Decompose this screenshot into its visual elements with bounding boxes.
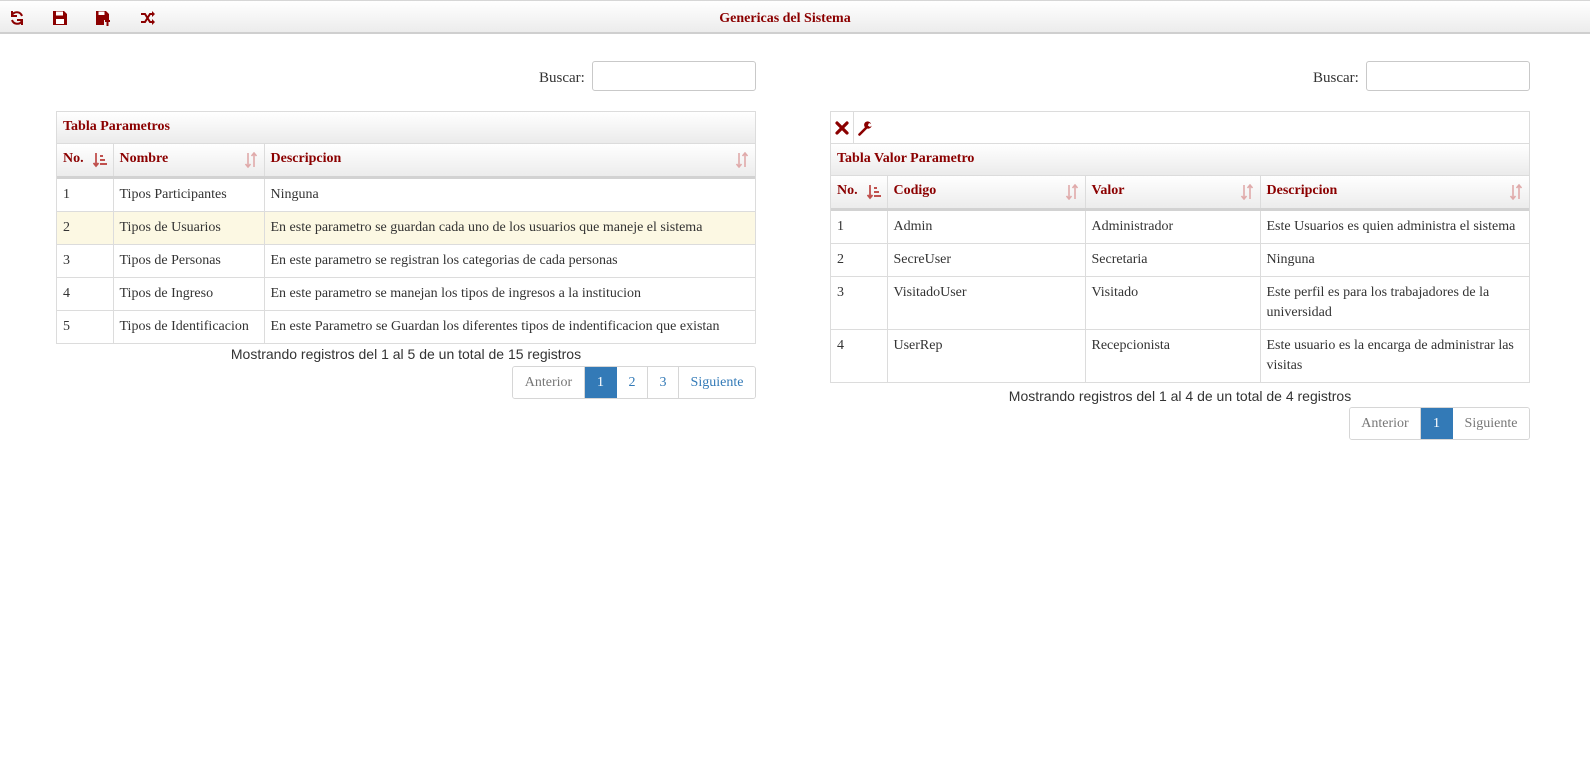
table-row[interactable]: 3 VisitadoUser Visitado Este perfil es p… <box>831 276 1529 330</box>
pagination-prev[interactable]: Anterior <box>513 367 585 398</box>
valor-parametro-table: No. Codigo Valor Descripcion 1 Admin Adm… <box>831 176 1529 382</box>
column-header-label: Valor <box>1091 183 1125 198</box>
column-header-label: Codigo <box>893 183 937 198</box>
table-row[interactable]: 1 Admin Administrador Este Usuarios es q… <box>831 209 1529 244</box>
column-header-descripcion[interactable]: Descripcion <box>264 144 755 179</box>
cell-descripcion: En este Parametro se Guardan los diferen… <box>270 318 720 334</box>
cell-no: 4 <box>57 277 114 311</box>
parametros-table-caption: Tabla Parametros <box>57 112 755 144</box>
parametros-table: No. Nombre Descripcion 1 Tipos Participa… <box>57 144 755 343</box>
cell-no: 1 <box>57 177 114 212</box>
table-row[interactable]: 4 UserRep Recepcionista Este usuario es … <box>831 329 1529 382</box>
column-header-descripcion[interactable]: Descripcion <box>1260 176 1529 211</box>
pagination-next[interactable]: Siguiente <box>679 367 755 398</box>
left-pagination: Anterior 1 2 3 Siguiente <box>512 366 756 399</box>
column-header-nombre[interactable]: Nombre <box>113 144 265 179</box>
sort-both-icon <box>1509 184 1523 200</box>
cell-codigo: Admin <box>887 209 1086 244</box>
cell-nombre: Tipos de Ingreso <box>113 277 265 311</box>
column-header-label: Nombre <box>119 151 169 166</box>
table-header-row: No. Codigo Valor Descripcion <box>831 176 1529 211</box>
cell-valor: Recepcionista <box>1085 329 1261 382</box>
cell-descripcion: Este perfil es para los trabajadores de … <box>1260 276 1529 330</box>
table-row[interactable]: 2 SecreUser Secretaria Ninguna <box>831 243 1529 277</box>
cell-codigo: VisitadoUser <box>887 276 1086 330</box>
cell-no: 5 <box>57 310 114 343</box>
column-header-label: No. <box>837 183 858 198</box>
table-row[interactable]: 4 Tipos de Ingreso En este parametro se … <box>57 277 755 311</box>
column-header-label: No. <box>63 151 84 166</box>
column-header-codigo[interactable]: Codigo <box>887 176 1086 211</box>
cell-valor: Secretaria <box>1085 243 1261 277</box>
cell-no: 3 <box>57 244 114 278</box>
cell-no: 1 <box>831 209 888 244</box>
cell-descripcion: Ninguna <box>264 177 755 212</box>
right-pagination: Anterior 1 Siguiente <box>1349 407 1530 440</box>
table-row[interactable]: 1 Tipos Participantes Ninguna <box>57 177 755 212</box>
sort-asc-icon <box>866 185 881 200</box>
column-header-valor[interactable]: Valor <box>1085 176 1261 211</box>
left-search-label: Buscar: <box>539 70 585 86</box>
sort-asc-icon <box>92 153 107 168</box>
table-row[interactable]: 2 Tipos de Usuarios En este parametro se… <box>57 211 755 245</box>
left-table-info: Mostrando registros del 1 al 5 de un tot… <box>230 346 582 362</box>
cell-descripcion: Este usuario es la encarga de administra… <box>1266 337 1514 373</box>
sort-both-icon <box>1065 184 1078 200</box>
cell-descripcion: En este parametro se guardan cada uno de… <box>264 211 755 245</box>
cell-descripcion: Este Usuarios es quien administra el sis… <box>1260 209 1529 244</box>
wrench-icon[interactable] <box>854 112 876 144</box>
valor-parametro-table-caption: Tabla Valor Parametro <box>831 144 1529 176</box>
cell-nombre: Tipos de Usuarios <box>113 211 265 245</box>
cell-no: 3 <box>831 276 888 330</box>
pagination-prev[interactable]: Anterior <box>1350 408 1421 439</box>
left-search-input[interactable] <box>592 61 756 91</box>
sort-both-icon <box>735 152 749 168</box>
sort-both-icon <box>1240 184 1253 200</box>
cell-nombre: Tipos de Identificacion <box>113 310 265 343</box>
cell-no: 2 <box>831 243 888 277</box>
cell-codigo: SecreUser <box>887 243 1086 277</box>
cell-valor: Administrador <box>1085 209 1261 244</box>
parametros-table-panel: Tabla Parametros No. Nombre Descripcion … <box>56 111 756 344</box>
column-header-label: Descripcion <box>1266 183 1338 198</box>
cell-descripcion: En este parametro se manejan los tipos d… <box>264 277 755 311</box>
table-row[interactable]: 3 Tipos de Personas En este parametro se… <box>57 244 755 278</box>
column-header-no[interactable]: No. <box>57 144 114 179</box>
pagination-page-1[interactable]: 1 <box>585 367 617 398</box>
top-toolbar: Genericas del Sistema <box>0 0 1590 34</box>
column-header-label: Descripcion <box>270 151 342 166</box>
cell-nombre: Tipos Participantes <box>113 177 265 212</box>
cell-no: 4 <box>831 329 888 382</box>
right-table-info: Mostrando registros del 1 al 4 de un tot… <box>1008 388 1352 404</box>
page-title: Genericas del Sistema <box>719 11 851 26</box>
valor-parametro-table-panel: Tabla Valor Parametro No. Codigo Valor D… <box>830 111 1530 383</box>
table-row[interactable]: 5 Tipos de Identificacion En este Parame… <box>57 310 755 343</box>
pagination-page-3[interactable]: 3 <box>648 367 679 398</box>
pagination-page-2[interactable]: 2 <box>617 367 648 398</box>
column-header-no[interactable]: No. <box>831 176 888 211</box>
table-header-row: No. Nombre Descripcion <box>57 144 755 179</box>
right-search-label: Buscar: <box>1313 70 1359 86</box>
pagination-page-1[interactable]: 1 <box>1421 408 1453 439</box>
cell-no: 2 <box>57 211 114 245</box>
cell-nombre: Tipos de Personas <box>113 244 265 278</box>
cell-descripcion: En este parametro se registran los categ… <box>264 244 755 278</box>
valor-table-toolbar <box>831 112 1529 144</box>
pagination-next[interactable]: Siguiente <box>1453 408 1529 439</box>
cell-descripcion: Ninguna <box>1260 243 1529 277</box>
delete-icon[interactable] <box>831 112 853 144</box>
right-search-input[interactable] <box>1366 61 1530 91</box>
cell-codigo: UserRep <box>887 329 1086 382</box>
cell-valor: Visitado <box>1085 276 1261 330</box>
sort-both-icon <box>244 152 257 168</box>
